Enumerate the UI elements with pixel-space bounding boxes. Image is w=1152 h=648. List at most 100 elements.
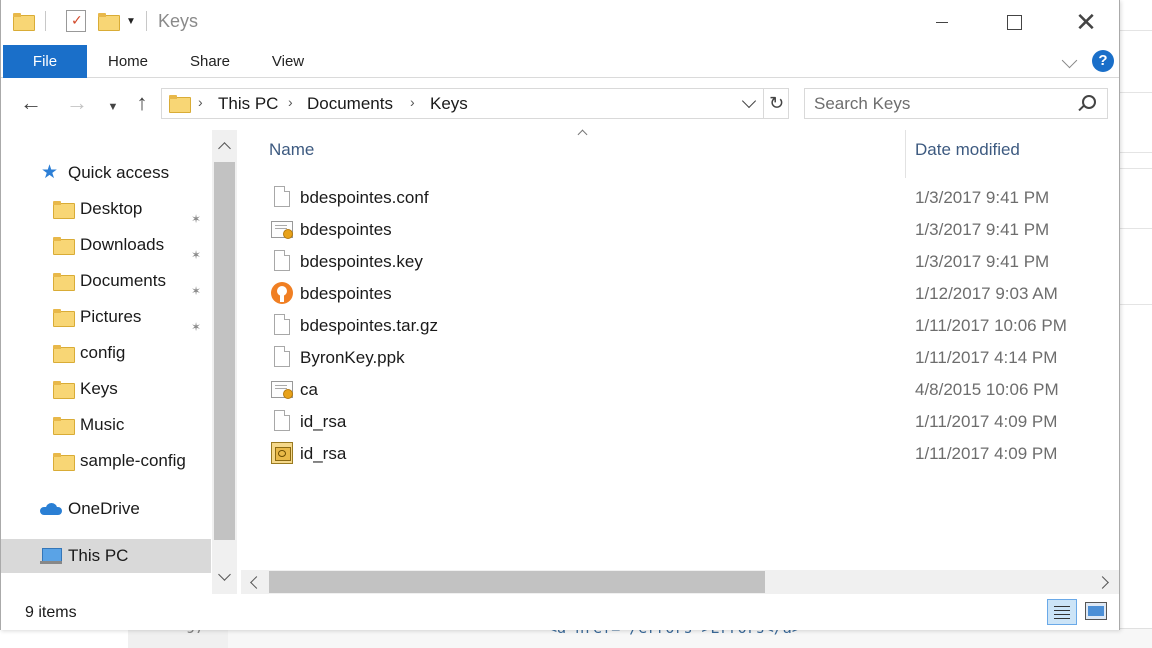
pictures-folder-icon <box>53 309 75 327</box>
horizontal-scrollbar[interactable] <box>241 570 1119 594</box>
pin-icon[interactable]: ✶ <box>191 202 203 226</box>
forward-button[interactable]: → <box>65 92 89 116</box>
sidebar-item-sample-config[interactable]: sample-config <box>1 444 211 478</box>
blank-file-icon <box>274 346 290 367</box>
sidebar-item-label: This PC <box>68 546 129 565</box>
up-button[interactable]: ↑ <box>130 92 154 116</box>
scroll-left-arrow-icon[interactable] <box>249 576 261 588</box>
file-date: 4/8/2015 10:06 PM <box>915 380 1059 399</box>
file-date: 1/12/2017 9:03 AM <box>915 284 1058 303</box>
properties-icon[interactable] <box>66 10 86 32</box>
help-button[interactable]: ? <box>1092 50 1114 72</box>
breadcrumb-separator: › <box>410 94 415 110</box>
toolbar-divider <box>45 11 46 31</box>
address-dropdown-icon[interactable] <box>740 93 760 113</box>
file-row[interactable]: ca 4/8/2015 10:06 PM <box>263 374 1099 406</box>
pin-icon[interactable]: ✶ <box>191 310 203 334</box>
background-editor-strip <box>1120 0 1152 648</box>
sidebar-item-onedrive[interactable]: OneDrive <box>1 492 211 526</box>
file-row[interactable]: bdespointes.tar.gz 1/11/2017 10:06 PM <box>263 310 1099 342</box>
sidebar-item-music[interactable]: Music <box>1 408 211 442</box>
file-row[interactable]: bdespointes.conf 1/3/2017 9:41 PM <box>263 182 1099 214</box>
sidebar-item-label: config <box>80 343 126 362</box>
minimize-icon <box>936 22 948 23</box>
file-date: 1/11/2017 4:14 PM <box>915 348 1058 367</box>
sidebar-item-config[interactable]: config <box>1 336 211 370</box>
new-folder-icon[interactable] <box>98 13 120 31</box>
file-row[interactable]: id_rsa 1/11/2017 4:09 PM <box>263 406 1099 438</box>
scroll-down-arrow-icon[interactable] <box>218 570 230 582</box>
folder-icon <box>53 453 75 471</box>
breadcrumb-documents[interactable]: Documents <box>307 94 393 114</box>
file-row[interactable]: bdespointes.key 1/3/2017 9:41 PM <box>263 246 1099 278</box>
tab-share[interactable]: Share <box>179 45 241 78</box>
expand-ribbon-chevron-icon[interactable] <box>1061 51 1081 71</box>
file-name: bdespointes.conf <box>300 188 429 207</box>
recent-locations-button[interactable]: ▼ <box>101 96 125 120</box>
blank-file-icon <box>274 186 290 207</box>
toolbar-divider <box>145 11 147 31</box>
address-bar[interactable]: › This PC › Documents › Keys ↻ <box>161 88 789 119</box>
folder-icon <box>53 345 75 363</box>
search-box[interactable] <box>804 88 1108 119</box>
navigation-pane: ★ Quick access Desktop ✶ Downloads ✶ Doc… <box>1 130 237 594</box>
sidebar-item-documents[interactable]: Documents ✶ <box>1 264 211 298</box>
navigation-pane-scrollbar[interactable] <box>212 130 237 594</box>
breadcrumb-keys[interactable]: Keys <box>430 94 468 114</box>
maximize-button[interactable] <box>991 0 1037 45</box>
sidebar-item-quick-access[interactable]: ★ Quick access <box>1 156 211 190</box>
file-name: bdespointes <box>300 284 392 303</box>
folder-icon <box>53 381 75 399</box>
file-name: id_rsa <box>300 444 347 463</box>
sidebar-item-desktop[interactable]: Desktop ✶ <box>1 192 211 226</box>
column-header-name[interactable]: Name <box>269 140 314 160</box>
title-bar: ▼ Keys ✕ <box>1 0 1119 45</box>
search-input[interactable] <box>814 93 1064 115</box>
key-file-icon <box>271 442 293 464</box>
details-view-icon[interactable] <box>1047 599 1077 625</box>
search-icon[interactable] <box>1077 95 1096 113</box>
sidebar-item-this-pc[interactable]: This PC <box>1 539 211 573</box>
file-row[interactable]: ByronKey.ppk 1/11/2017 4:14 PM <box>263 342 1099 374</box>
customize-toolbar-dropdown-icon[interactable]: ▼ <box>126 16 136 27</box>
close-icon: ✕ <box>1075 7 1097 37</box>
file-name: bdespointes.key <box>300 252 423 271</box>
tab-view[interactable]: View <box>257 45 319 78</box>
music-folder-icon <box>53 417 75 435</box>
breadcrumb-separator: › <box>198 94 203 110</box>
scroll-right-arrow-icon[interactable] <box>1098 576 1110 588</box>
sidebar-item-label: Quick access <box>68 163 170 182</box>
file-date: 1/3/2017 9:41 PM <box>915 188 1050 207</box>
file-name: ca <box>300 380 318 399</box>
pin-icon[interactable]: ✶ <box>191 238 203 262</box>
file-row[interactable]: bdespointes 1/3/2017 9:41 PM <box>263 214 1099 246</box>
certificate-icon <box>271 381 293 399</box>
file-row[interactable]: bdespointes 1/12/2017 9:03 AM <box>263 278 1099 310</box>
file-explorer-window: ▼ Keys ✕ File Home Share View ? ← → ▼ ↑ … <box>0 0 1120 630</box>
tab-home[interactable]: Home <box>97 45 159 78</box>
file-row[interactable]: id_rsa 1/11/2017 4:09 PM <box>263 438 1099 470</box>
scroll-up-arrow-icon[interactable] <box>218 140 230 152</box>
sidebar-item-keys[interactable]: Keys <box>1 372 211 406</box>
blank-file-icon <box>274 250 290 271</box>
minimize-button[interactable] <box>919 0 965 45</box>
back-button[interactable]: ← <box>19 92 43 116</box>
pin-icon[interactable]: ✶ <box>191 274 203 298</box>
column-divider[interactable] <box>905 130 906 178</box>
file-name: bdespointes.tar.gz <box>300 316 438 335</box>
file-date: 1/11/2017 4:09 PM <box>915 412 1058 431</box>
navigation-bar: ← → ▼ ↑ › This PC › Documents › Keys ↻ <box>1 78 1119 130</box>
sidebar-item-downloads[interactable]: Downloads ✶ <box>1 228 211 262</box>
sidebar-item-pictures[interactable]: Pictures ✶ <box>1 300 211 334</box>
tab-file[interactable]: File <box>3 45 87 78</box>
scrollbar-thumb[interactable] <box>269 571 765 593</box>
large-icons-view-icon[interactable] <box>1085 602 1107 620</box>
column-header-date-modified[interactable]: Date modified <box>915 140 1020 160</box>
openvpn-icon <box>271 282 293 304</box>
breadcrumb-this-pc[interactable]: This PC <box>218 94 278 114</box>
breadcrumb-separator: › <box>288 94 293 110</box>
refresh-button[interactable]: ↻ <box>763 89 789 118</box>
sidebar-item-label: Desktop <box>80 199 143 218</box>
scrollbar-thumb[interactable] <box>214 162 235 540</box>
close-button[interactable]: ✕ <box>1063 0 1109 45</box>
